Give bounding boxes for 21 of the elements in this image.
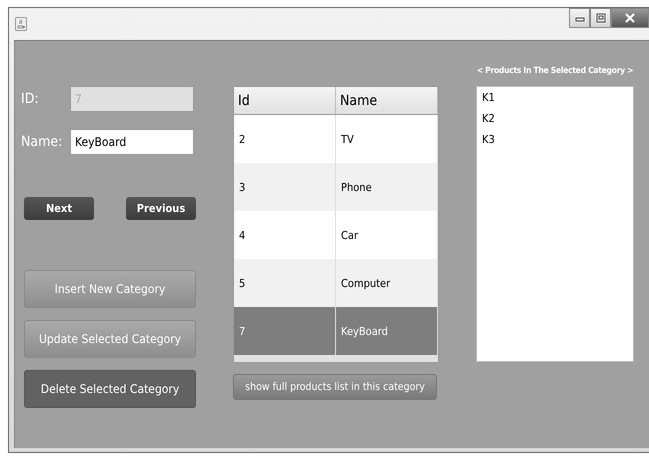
- maximize-button[interactable]: [590, 8, 611, 28]
- name-label: Name:: [21, 134, 64, 150]
- products-title: < Products In The Selected Category >: [476, 66, 634, 78]
- table-row[interactable]: 3 Phone: [234, 163, 438, 211]
- column-header[interactable]: Name: [336, 87, 438, 114]
- product-item[interactable]: K3: [482, 133, 628, 154]
- close-icon: [624, 13, 636, 23]
- maximize-icon: [596, 13, 606, 23]
- product-item[interactable]: K2: [482, 112, 628, 133]
- coffee-cup-icon: [15, 17, 27, 31]
- minimize-button[interactable]: [569, 8, 590, 28]
- name-field[interactable]: KeyBoard: [70, 129, 194, 155]
- table-row[interactable]: 5 Computer: [234, 259, 438, 307]
- close-button[interactable]: [611, 8, 649, 28]
- category-action-button[interactable]: Delete Selected Category: [24, 370, 196, 408]
- previous-button[interactable]: Previous: [126, 197, 196, 220]
- column-header[interactable]: Id: [234, 87, 336, 114]
- table-row[interactable]: 7 KeyBoard: [234, 307, 438, 355]
- next-button[interactable]: Next: [24, 197, 94, 220]
- product-item[interactable]: K1: [482, 91, 628, 112]
- id-label: ID:: [21, 91, 40, 107]
